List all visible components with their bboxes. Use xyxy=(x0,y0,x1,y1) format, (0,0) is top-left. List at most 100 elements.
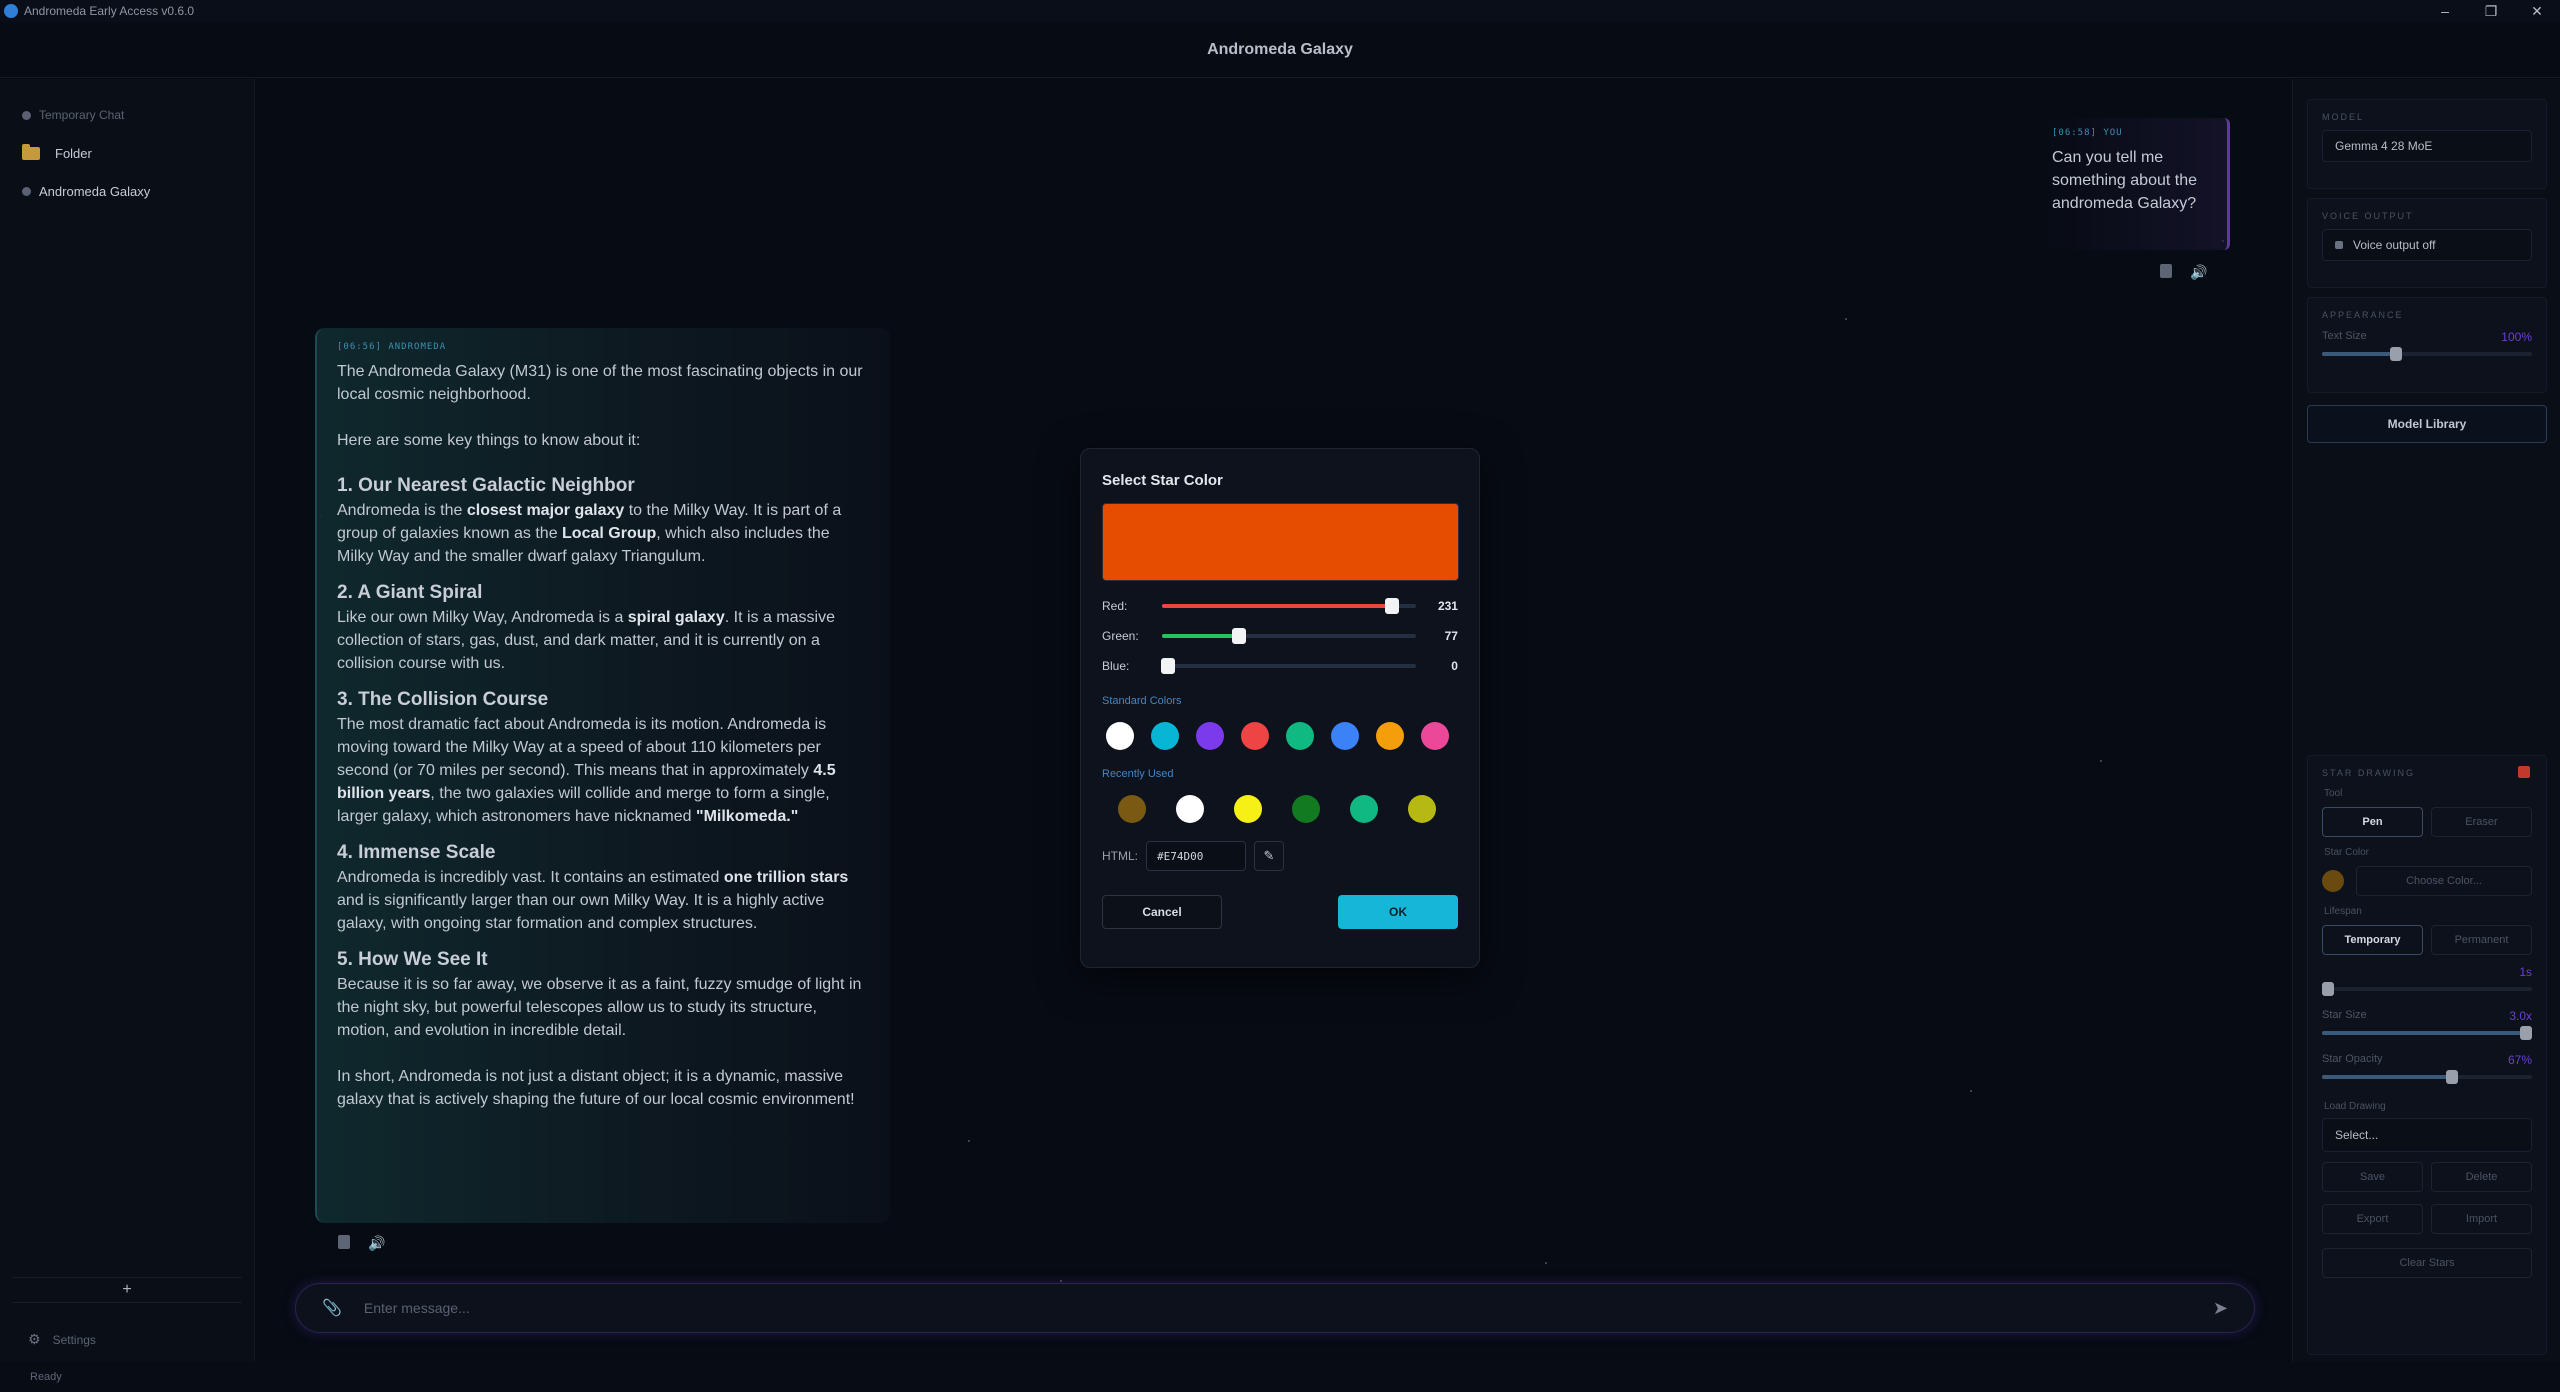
text-size-row: Text Size 100% xyxy=(2322,330,2532,344)
standard-color-swatch[interactable] xyxy=(1151,722,1179,750)
send-icon[interactable]: ➤ xyxy=(2213,1298,2228,1319)
green-value: 77 xyxy=(1444,629,1458,643)
copy-icon[interactable] xyxy=(2160,264,2172,278)
settings-button[interactable]: ⚙ Settings xyxy=(28,1331,96,1348)
recently-used-label: Recently Used xyxy=(1102,768,1174,780)
recent-color-swatch[interactable] xyxy=(1292,795,1320,823)
slider-handle[interactable] xyxy=(2389,347,2402,361)
new-chat-button[interactable]: + xyxy=(12,1277,242,1303)
import-button[interactable]: Import xyxy=(2431,1204,2532,1234)
recent-color-swatch[interactable] xyxy=(1350,795,1378,823)
star-color-row: Choose Color... xyxy=(2322,866,2532,896)
message-intro: The Andromeda Galaxy (M31) is one of the… xyxy=(337,363,863,403)
html-color-row: HTML: #E74D00 ✎ xyxy=(1102,841,1458,871)
model-card: MODEL Gemma 4 28 MoE xyxy=(2307,99,2547,189)
standard-color-swatch[interactable] xyxy=(1106,722,1134,750)
text-size-slider[interactable] xyxy=(2322,347,2532,361)
maximize-button[interactable]: ❐ xyxy=(2468,0,2514,22)
window-title: Andromeda Early Access v0.6.0 xyxy=(24,4,195,18)
section-body: Andromeda is the closest major galaxy to… xyxy=(337,502,842,565)
load-drawing-select[interactable]: Select... xyxy=(2322,1118,2532,1152)
green-slider[interactable] xyxy=(1161,628,1417,644)
mute-icon xyxy=(2335,241,2343,249)
section-body: Andromeda is incredibly vast. It contain… xyxy=(337,869,849,932)
slider-handle[interactable] xyxy=(2446,1070,2459,1084)
recent-color-swatch[interactable] xyxy=(1408,795,1436,823)
message-input[interactable] xyxy=(363,1300,2213,1316)
standard-color-swatch[interactable] xyxy=(1376,722,1404,750)
close-button[interactable]: ✕ xyxy=(2514,0,2560,22)
section-5: 5. How We See It Because it is so far aw… xyxy=(337,949,870,1042)
green-row: Green: 77 xyxy=(1102,621,1458,651)
red-slider[interactable] xyxy=(1161,598,1417,614)
model-select[interactable]: Gemma 4 28 MoE xyxy=(2322,130,2532,162)
status-text: Ready xyxy=(30,1371,62,1383)
speaker-icon[interactable]: 🔊 xyxy=(2190,264,2207,281)
chat-icon xyxy=(22,110,31,120)
section-heading: 2. A Giant Spiral xyxy=(337,582,483,603)
recent-color-swatch[interactable] xyxy=(1118,795,1146,823)
section-heading: 3. The Collision Course xyxy=(337,689,549,710)
star-size-label: Star Size xyxy=(2322,1009,2367,1021)
user-message: [06:58] YOU Can you tell me something ab… xyxy=(2040,118,2230,250)
cancel-button[interactable]: Cancel xyxy=(1102,895,1222,929)
ok-button[interactable]: OK xyxy=(1338,895,1458,929)
minimize-button[interactable]: – xyxy=(2422,0,2468,22)
current-star-color-swatch[interactable] xyxy=(2322,870,2344,892)
recent-color-swatch[interactable] xyxy=(1234,795,1262,823)
html-color-input[interactable]: #E74D00 xyxy=(1146,841,1246,871)
message-input-bar: 📎 ➤ xyxy=(295,1283,2255,1333)
star-opacity-slider[interactable] xyxy=(2322,1070,2532,1084)
standard-color-swatch[interactable] xyxy=(1241,722,1269,750)
model-library-button[interactable]: Model Library xyxy=(2307,405,2547,443)
star-size-row: Star Size 3.0x xyxy=(2322,1009,2532,1023)
copy-icon[interactable] xyxy=(338,1235,350,1249)
star-size-slider[interactable] xyxy=(2322,1026,2532,1040)
text-size-label: Text Size xyxy=(2322,330,2367,342)
voice-label: VOICE OUTPUT xyxy=(2322,211,2414,221)
standard-color-swatch[interactable] xyxy=(1286,722,1314,750)
standard-color-swatch[interactable] xyxy=(1331,722,1359,750)
dialog-title: Select Star Color xyxy=(1102,472,1223,489)
slider-handle[interactable] xyxy=(2322,982,2335,996)
export-import-row: Export Import xyxy=(2322,1204,2532,1234)
load-drawing-label: Load Drawing xyxy=(2324,1101,2386,1112)
settings-label: Settings xyxy=(52,1332,96,1347)
voice-card: VOICE OUTPUT Voice output off xyxy=(2307,198,2547,288)
sidebar-item-folder[interactable]: Folder xyxy=(0,134,254,172)
lock-icon[interactable] xyxy=(2518,766,2530,778)
standard-color-swatch[interactable] xyxy=(1196,722,1224,750)
left-sidebar: Temporary Chat Folder Andromeda Galaxy +… xyxy=(0,79,255,1362)
sidebar-item-andromeda-galaxy[interactable]: Andromeda Galaxy xyxy=(0,172,254,210)
clear-stars-button[interactable]: Clear Stars xyxy=(2322,1248,2532,1278)
permanent-button[interactable]: Permanent xyxy=(2431,925,2532,955)
star-opacity-value: 67% xyxy=(2507,1053,2532,1067)
paperclip-icon[interactable]: 📎 xyxy=(322,1298,342,1318)
slider-handle[interactable] xyxy=(1385,598,1400,614)
sidebar-item-label: Folder xyxy=(55,145,92,161)
speaker-icon[interactable]: 🔊 xyxy=(368,1235,385,1252)
eraser-button[interactable]: Eraser xyxy=(2431,807,2532,837)
appearance-card: APPEARANCE Text Size 100% xyxy=(2307,297,2547,393)
eyedropper-icon[interactable]: ✎ xyxy=(1254,841,1284,871)
slider-handle[interactable] xyxy=(1231,628,1246,644)
recent-color-swatch[interactable] xyxy=(1176,795,1204,823)
section-3: 3. The Collision Course The most dramati… xyxy=(337,689,870,828)
slider-handle[interactable] xyxy=(2519,1026,2532,1040)
temporary-button[interactable]: Temporary xyxy=(2322,925,2423,955)
slider-handle[interactable] xyxy=(1161,658,1176,674)
star-opacity-row: Star Opacity 67% xyxy=(2322,1053,2532,1067)
voice-output-toggle[interactable]: Voice output off xyxy=(2322,229,2532,261)
red-value: 231 xyxy=(1437,599,1458,613)
sidebar-item-temporary-chat[interactable]: Temporary Chat xyxy=(0,96,254,134)
message-meta: [06:56] ANDROMEDA xyxy=(337,342,447,352)
choose-color-button[interactable]: Choose Color... xyxy=(2356,866,2532,896)
standard-color-swatch[interactable] xyxy=(1421,722,1449,750)
lifespan-slider[interactable] xyxy=(2322,982,2532,996)
blue-slider[interactable] xyxy=(1161,658,1417,674)
export-button[interactable]: Export xyxy=(2322,1204,2423,1234)
delete-drawing-button[interactable]: Delete xyxy=(2431,1162,2532,1192)
pen-button[interactable]: Pen xyxy=(2322,807,2423,837)
save-drawing-button[interactable]: Save xyxy=(2322,1162,2423,1192)
title-bar: Andromeda Early Access v0.6.0 – ❐ ✕ xyxy=(0,0,2560,22)
